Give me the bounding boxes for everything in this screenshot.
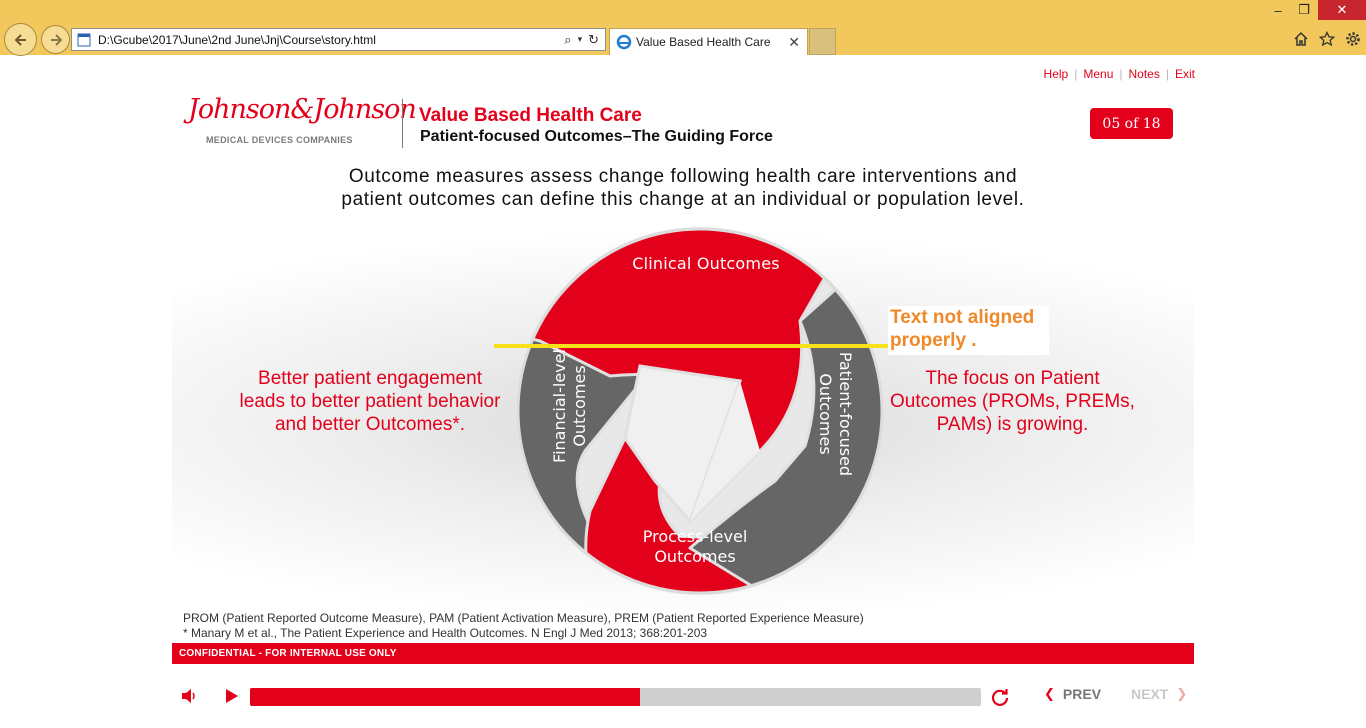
link-separator: |	[1119, 67, 1123, 81]
right-text-line: The focus on Patient	[925, 368, 1100, 389]
gear-icon[interactable]	[1344, 30, 1362, 48]
segment-label-right-1: Patient-focused	[836, 352, 855, 476]
browser-toolbar-icons	[1292, 30, 1362, 48]
review-annotation-line: Text not aligned	[890, 307, 1035, 328]
brand-logo: Johnson&Johnson MEDICAL DEVICES COMPANIE…	[188, 94, 417, 146]
right-text-line: Outcomes (PROMs, PREMs,	[890, 391, 1135, 412]
exit-link[interactable]: Exit	[1175, 67, 1195, 81]
minimize-button[interactable]: –	[1266, 0, 1290, 20]
page-icon	[77, 33, 91, 46]
refresh-icon[interactable]: ↻	[588, 32, 599, 48]
help-link[interactable]: Help	[1044, 67, 1069, 81]
segment-label-left-1: Financial-level	[550, 349, 569, 463]
chevron-left-icon: ❮	[1044, 686, 1055, 701]
left-text-line: Better patient engagement	[258, 368, 482, 389]
chevron-right-icon: ❯	[1176, 686, 1188, 701]
header-divider	[402, 99, 403, 148]
back-button[interactable]	[4, 23, 37, 56]
new-tab-button[interactable]	[809, 28, 836, 55]
alignment-highlight-line	[494, 344, 891, 348]
prev-label: PREV	[1062, 686, 1102, 702]
close-tab-icon[interactable]: ✕	[788, 34, 807, 51]
left-text-line: leads to better patient behavior	[239, 391, 501, 412]
progress-bar[interactable]	[250, 688, 981, 706]
progress-fill	[250, 688, 640, 706]
address-url[interactable]: D:\Gcube\2017\June\2nd June\Jnj\Course\s…	[98, 33, 564, 47]
intro-text: Outcome measures assess change following…	[230, 165, 1136, 211]
segment-label-right-2: Outcomes	[816, 373, 835, 454]
review-annotation-line: properly .	[890, 330, 977, 351]
segment-label-bottom-2: Outcomes	[654, 547, 735, 566]
link-separator: |	[1165, 67, 1169, 81]
forward-button[interactable]	[41, 25, 70, 54]
tab-title: Value Based Health Care	[636, 35, 771, 49]
restore-button[interactable]: ❐	[1292, 0, 1316, 20]
page-subtitle: Patient-focused Outcomes–The Guiding For…	[420, 128, 773, 145]
notes-link[interactable]: Notes	[1129, 67, 1160, 81]
outcomes-cycle-diagram: Clinical Outcomes Patient-focused Outcom…	[516, 227, 884, 595]
course-title: Value Based Health Care	[419, 105, 642, 126]
play-icon[interactable]	[222, 687, 240, 705]
menu-link[interactable]: Menu	[1083, 67, 1113, 81]
segment-label-bottom-1: Process-level	[643, 527, 748, 546]
footnote-abbreviations: PROM (Patient Reported Outcome Measure),…	[183, 611, 864, 625]
page-counter: 05 of 18	[1090, 108, 1173, 139]
segment-label-top: Clinical Outcomes	[632, 254, 780, 273]
confidential-bar: CONFIDENTIAL - FOR INTERNAL USE ONLY	[172, 643, 1194, 664]
arrow-left-icon	[14, 33, 26, 46]
prev-button[interactable]: ❮ PREV	[1044, 686, 1101, 702]
footnote-reference: * Manary M et al., The Patient Experienc…	[183, 626, 708, 640]
intro-line: patient outcomes can define this change …	[341, 189, 1025, 210]
link-separator: |	[1074, 67, 1078, 81]
review-annotation: Text not aligned properly .	[888, 306, 1049, 355]
favorites-star-icon[interactable]	[1318, 30, 1336, 48]
right-text-line: PAMs) is growing.	[936, 414, 1089, 435]
address-bar[interactable]: D:\Gcube\2017\June\2nd June\Jnj\Course\s…	[71, 28, 606, 51]
next-label: NEXT	[1131, 686, 1169, 702]
arrow-right-icon	[50, 33, 62, 46]
left-text-line: and better Outcomes*.	[274, 414, 466, 435]
replay-icon[interactable]	[990, 687, 1010, 707]
search-icon[interactable]: ⌕	[564, 32, 571, 48]
dropdown-icon[interactable]: ▾	[578, 34, 583, 45]
segment-label-left-2: Outcomes	[570, 365, 589, 446]
volume-icon[interactable]	[180, 687, 198, 705]
tab-value-based-health-care[interactable]: Value Based Health Care ✕	[609, 28, 808, 55]
logo-script: Johnson&Johnson	[188, 94, 417, 125]
browser-chrome: D:\Gcube\2017\June\2nd June\Jnj\Course\s…	[0, 0, 1366, 56]
intro-line: Outcome measures assess change following…	[348, 166, 1018, 187]
top-links: Help | Menu | Notes | Exit	[1030, 67, 1195, 81]
next-button[interactable]: NEXT ❯	[1131, 686, 1187, 702]
logo-subtitle: MEDICAL DEVICES COMPANIES	[206, 135, 353, 145]
right-side-text: The focus on Patient Outcomes (PROMs, PR…	[885, 367, 1140, 436]
footnotes: PROM (Patient Reported Outcome Measure),…	[183, 611, 864, 641]
ie-icon	[616, 34, 632, 50]
close-window-button[interactable]: ✕	[1318, 0, 1366, 20]
left-side-text: Better patient engagement leads to bette…	[230, 367, 510, 436]
home-icon[interactable]	[1292, 30, 1310, 48]
